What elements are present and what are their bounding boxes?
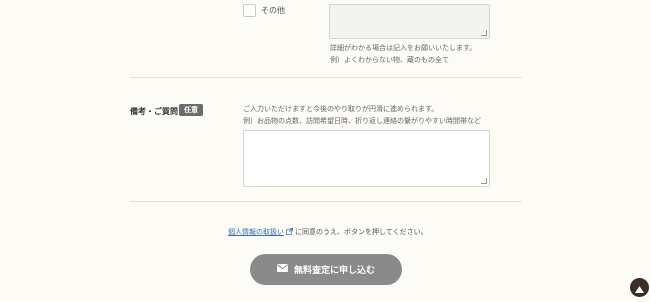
other-help-text-1: 詳細がわかる場合は記入をお願いいたします。 bbox=[330, 44, 477, 52]
other-detail-textarea[interactable] bbox=[329, 4, 490, 39]
other-checkbox-label: その他 bbox=[261, 6, 285, 15]
other-checkbox[interactable] bbox=[243, 4, 256, 17]
remarks-label: 備考・ご質問 bbox=[130, 107, 178, 116]
mail-icon bbox=[276, 264, 288, 275]
remarks-textarea[interactable] bbox=[243, 130, 490, 187]
arrow-up-icon bbox=[635, 278, 644, 297]
remarks-help-text-2: 例）お品物の点数、訪問希望日時、折り返し連絡の繋がりやすい時間帯など bbox=[243, 117, 481, 125]
privacy-policy-link[interactable]: 個人情報の取扱い bbox=[228, 228, 284, 236]
divider bbox=[130, 201, 522, 202]
remarks-help-text-1: ご入力いただけますと今後のやり取りが円滑に進められます。 bbox=[243, 105, 439, 113]
resize-handle-icon[interactable] bbox=[481, 178, 487, 184]
external-link-icon bbox=[286, 228, 293, 237]
optional-badge: 任意 bbox=[179, 104, 203, 116]
back-to-top-button[interactable] bbox=[630, 278, 649, 297]
divider bbox=[130, 77, 522, 78]
consent-suffix: に同意のうえ、ボタンを押してください。 bbox=[295, 228, 428, 236]
resize-handle-icon[interactable] bbox=[481, 30, 487, 36]
submit-button-label: 無料査定に申し込む bbox=[293, 266, 375, 276]
consent-text: 個人情報の取扱い に同意のうえ、ボタンを押してください。 bbox=[228, 227, 428, 237]
other-help-text-2: 例）よくわからない物、蔵のもの全て bbox=[330, 56, 449, 64]
submit-button[interactable]: 無料査定に申し込む bbox=[250, 254, 402, 285]
